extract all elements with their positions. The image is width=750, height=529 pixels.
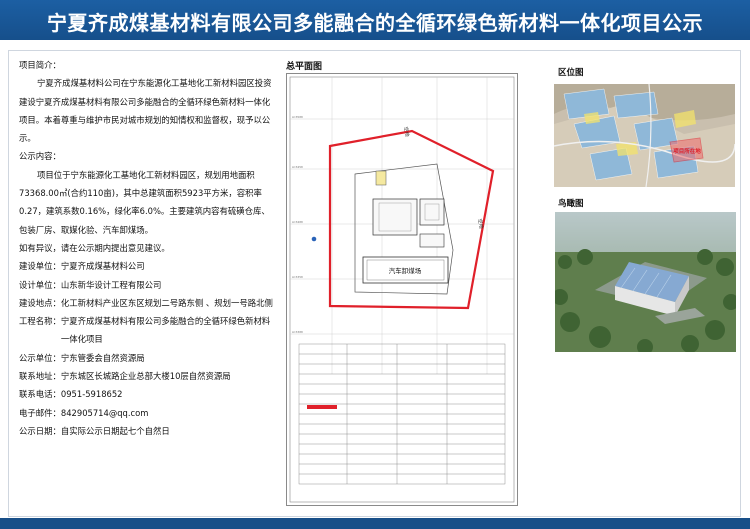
content-heading: 公示内容：: [19, 151, 61, 162]
coal-unloading-label: 汽车卸煤场: [389, 266, 422, 275]
intro-heading: 项目简介：: [19, 60, 61, 70]
site-plan-svg: A=3500A=3450 A=3400A=3350 A=3300 空地 空地 汽…: [289, 76, 515, 503]
field-location: 建设地点： 化工新材料产业区东区规划二号路东侧 、规划一号路北侧: [19, 297, 273, 308]
intro-summary: 宁夏齐成煤基材料公司在宁东能源化工基地化工新材料园区投资建设宁夏齐成煤基材料有限…: [19, 78, 272, 144]
intro-content: 项目位于宁东能源化工基地化工新材料园区，规划用地面积73368.00㎡(合约11…: [19, 169, 270, 235]
legend-marker: [307, 405, 337, 409]
north-marker-icon: [311, 236, 317, 242]
field-project-name: 工程名称： 宁夏齐成煤基材料有限公司多能融合的全循环绿色新材料一体化项目: [19, 316, 271, 345]
open-land-top: 空地: [402, 126, 411, 137]
page-title: 宁夏齐成煤基材料有限公司多能融合的全循环绿色新材料一体化项目公示: [47, 11, 703, 35]
warehouse-building: [372, 198, 418, 236]
gate-building: [375, 170, 387, 186]
svg-text:A=3450: A=3450: [292, 165, 303, 169]
site-plan-drawing: A=3500 A=3450 A=3400 A=3350 A=3300 空地 空地 汽…: [286, 73, 518, 506]
svg-text:A=3500: A=3500: [292, 115, 303, 119]
footer-bar: [0, 518, 750, 529]
field-phone: 联系电话： 0951-5918652: [19, 389, 123, 400]
svg-text:A=3300: A=3300: [292, 330, 303, 334]
lab-building: [419, 233, 445, 248]
field-designer: 设计单位： 山东新华设计工程有限公司: [19, 279, 162, 290]
svg-text:A=3350: A=3350: [292, 275, 303, 279]
field-builder: 建设单位： 宁夏齐成煤基材料公司: [19, 261, 145, 272]
svg-text:A=3400: A=3400: [292, 220, 303, 224]
packing-building: [419, 198, 445, 226]
field-address: 联系地址： 宁东城区长城路企业总部大楼10层自然资源局: [19, 371, 231, 382]
site-plan-title: 总平面图: [286, 62, 323, 72]
title-banner: 宁夏齐成煤基材料有限公司多能融合的全循环绿色新材料一体化项目公示: [0, 0, 750, 40]
aerial-view-title: 鸟瞰图: [558, 199, 584, 209]
aerial-rendering: [555, 212, 736, 352]
location-map: 项目所在地: [554, 84, 735, 187]
location-map-title: 区位图: [558, 68, 584, 78]
project-site-label: 项目所在地: [673, 147, 701, 155]
project-intro: 项目简介： 宁夏齐成煤基材料公司在宁东能源化工基地化工新材料园区投资建设宁夏齐成…: [19, 56, 274, 440]
objection-note: 如有异议，请在公示期内提出意见建议。: [19, 242, 170, 253]
field-date: 公示日期： 自实际公示日期起七个自然日: [19, 425, 170, 436]
field-email: 电子邮件： 842905714@qq.com: [19, 407, 149, 418]
field-publisher: 公示单位： 宁东管委会自然资源局: [19, 352, 145, 363]
